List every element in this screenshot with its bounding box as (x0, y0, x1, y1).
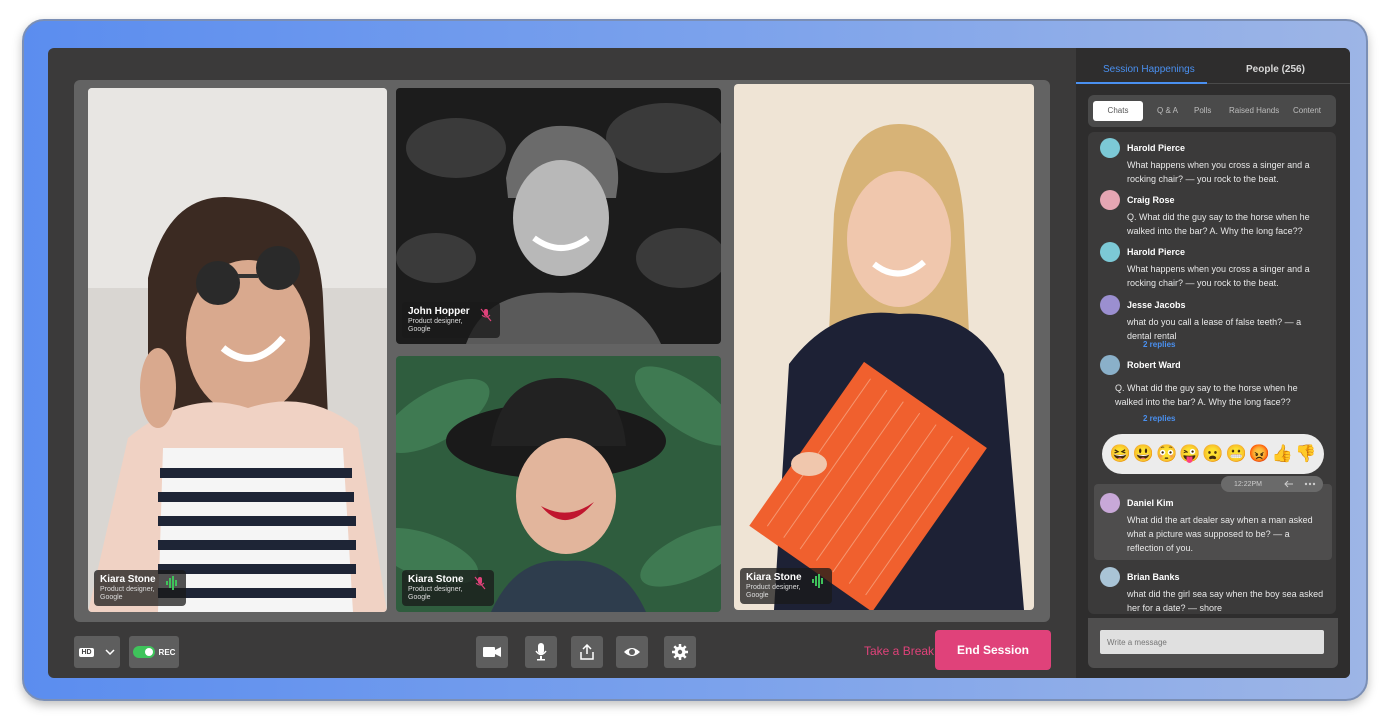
settings-button[interactable] (664, 636, 696, 668)
chat-subtabs: Chats Q & A Polls Raised Hands Content (1088, 95, 1336, 127)
participant-name: Kiara Stone (746, 572, 802, 583)
quality-badge: HD (79, 647, 94, 657)
control-bar: HD REC Take a Break End Session (74, 630, 1051, 670)
video-tile-2[interactable]: John Hopper Product designer, Google (396, 88, 721, 344)
audio-wave-icon (166, 576, 177, 590)
avatar (1100, 355, 1120, 375)
participant-role: Product designer, Google (408, 586, 463, 601)
mic-muted-icon (474, 576, 486, 590)
video-session-app: Kiara Stone Product designer, Google Joh… (48, 48, 1350, 678)
message-text: what did the girl sea say when the boy s… (1127, 589, 1324, 613)
message-author: Jesse Jacobs (1127, 300, 1186, 310)
tab-session-happenings[interactable]: Session Happenings (1103, 64, 1195, 75)
participant-nametag: Kiara Stone Product designer, Google (740, 568, 832, 604)
record-label: REC (158, 647, 176, 657)
avatar (1100, 242, 1120, 262)
record-switch[interactable] (132, 646, 155, 658)
message-text: Q. What did the guy say to the horse whe… (1127, 212, 1310, 236)
chat-list[interactable]: Harold Pierce What happens when you cros… (1088, 132, 1336, 614)
video-tile-1[interactable]: Kiara Stone Product designer, Google (88, 88, 387, 612)
view-button[interactable] (616, 636, 648, 668)
message-text: What happens when you cross a singer and… (1127, 160, 1310, 184)
chevron-down-icon (105, 649, 115, 655)
side-panel: Session Happenings People (256) Chats Q … (1076, 48, 1350, 678)
panel-tabs: Session Happenings People (256) (1076, 48, 1350, 84)
subtab-raised-hands[interactable]: Raised Hands (1229, 106, 1279, 115)
avatar (1100, 295, 1120, 315)
eye-icon (624, 648, 640, 656)
participant-role: Product designer, Google (100, 586, 155, 601)
participant-name: John Hopper (408, 306, 470, 317)
share-icon (580, 644, 594, 660)
avatar (1100, 493, 1120, 513)
avatar (1100, 190, 1120, 210)
reaction-emoji[interactable]: 😦 (1202, 444, 1223, 464)
message-composer (1088, 618, 1338, 668)
message-author: Harold Pierce (1127, 247, 1186, 257)
gear-icon (672, 644, 688, 660)
tab-people[interactable]: People (256) (1246, 64, 1305, 75)
reaction-emoji[interactable]: 👎 (1295, 444, 1316, 464)
avatar (1100, 138, 1120, 158)
video-tile-3[interactable]: Kiara Stone Product designer, Google (396, 356, 721, 612)
participant-role: Product designer, Google (746, 584, 801, 599)
subtab-polls[interactable]: Polls (1194, 106, 1211, 115)
message-author: Daniel Kim (1127, 498, 1174, 508)
reaction-emoji[interactable]: 😜 (1179, 444, 1200, 464)
participant-name: Kiara Stone (408, 574, 464, 585)
message-text: What did the art dealer say when a man a… (1127, 515, 1313, 553)
reaction-emoji[interactable]: 😳 (1156, 444, 1177, 464)
message-time: 12:22PM (1234, 480, 1263, 488)
message-text: What happens when you cross a singer and… (1127, 264, 1310, 288)
message-text: Q. What did the guy say to the horse whe… (1115, 383, 1298, 407)
participant-nametag: Kiara Stone Product designer, Google (402, 570, 494, 606)
message-author: Craig Rose (1127, 195, 1175, 205)
subtab-chats[interactable]: Chats (1093, 101, 1143, 121)
video-grid: Kiara Stone Product designer, Google Joh… (74, 80, 1050, 622)
participant-role: Product designer, Google (408, 318, 463, 333)
participant-nametag: Kiara Stone Product designer, Google (94, 570, 186, 606)
message-input[interactable] (1100, 630, 1324, 654)
reaction-emoji[interactable]: 😆 (1110, 444, 1131, 464)
microphone-icon (535, 643, 547, 661)
record-toggle[interactable]: REC (129, 636, 179, 668)
video-tile-4[interactable]: Kiara Stone Product designer, Google (734, 84, 1034, 610)
take-break-button[interactable]: Take a Break (864, 644, 934, 658)
subtab-qa[interactable]: Q & A (1157, 106, 1178, 115)
audio-wave-icon (812, 574, 823, 588)
reaction-emoji[interactable]: 😡 (1249, 444, 1270, 464)
more-options-icon[interactable] (1304, 482, 1316, 486)
reply-icon[interactable] (1284, 480, 1294, 488)
participant-video-4 (734, 84, 1034, 610)
replies-link[interactable]: 2 replies (1143, 340, 1175, 349)
reaction-emoji[interactable]: 😃 (1133, 444, 1154, 464)
video-camera-icon (483, 647, 501, 657)
end-session-button[interactable]: End Session (935, 630, 1051, 670)
subtab-content[interactable]: Content (1293, 106, 1321, 115)
quality-select[interactable]: HD (74, 636, 120, 668)
message-author: Brian Banks (1127, 572, 1180, 582)
reaction-picker: 😆 😃 😳 😜 😦 😬 😡 👍 👎 (1102, 434, 1324, 474)
message-author: Harold Pierce (1127, 143, 1186, 153)
microphone-button[interactable] (525, 636, 557, 668)
participant-name: Kiara Stone (100, 574, 156, 585)
camera-button[interactable] (476, 636, 508, 668)
message-text: what do you call a lease of false teeth?… (1127, 317, 1302, 341)
message-author: Robert Ward (1127, 360, 1181, 370)
avatar (1100, 567, 1120, 587)
share-button[interactable] (571, 636, 603, 668)
participant-nametag: John Hopper Product designer, Google (402, 302, 500, 338)
message-actions: 12:22PM (1221, 476, 1323, 492)
active-tab-indicator (1076, 82, 1207, 84)
reaction-emoji[interactable]: 😬 (1226, 444, 1247, 464)
participant-video-1 (88, 88, 387, 612)
reaction-emoji[interactable]: 👍 (1272, 444, 1293, 464)
replies-link[interactable]: 2 replies (1143, 414, 1175, 423)
mic-muted-icon (480, 308, 492, 322)
